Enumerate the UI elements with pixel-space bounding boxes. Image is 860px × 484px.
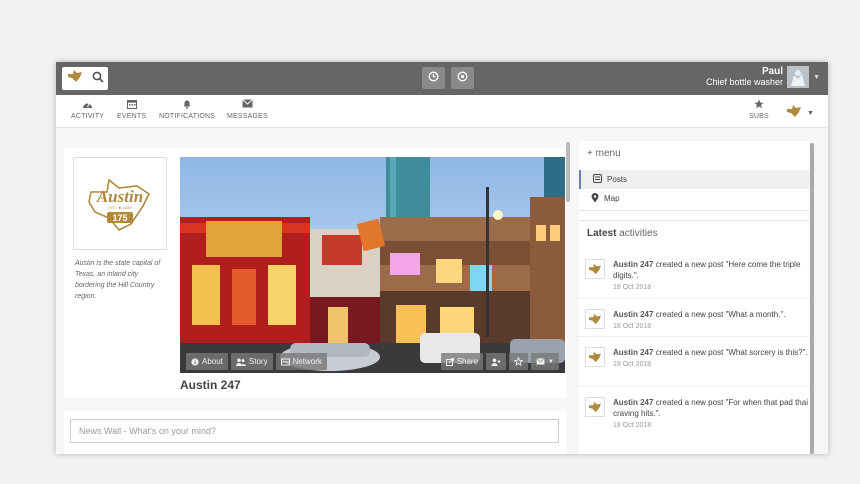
menu-item-map-label: Map: [604, 194, 620, 203]
nav-subs-label: SUBS: [749, 113, 769, 120]
activity-author[interactable]: Austin 247: [613, 348, 653, 357]
user-menu[interactable]: Paul Chief bottle washer ▼: [706, 66, 820, 88]
menu-item-map[interactable]: Map: [579, 189, 809, 208]
activity-author[interactable]: Austin 247: [613, 398, 653, 407]
share-button-label: Share: [456, 357, 479, 366]
site-logo-icon[interactable]: [67, 69, 83, 88]
right-sidebar: + menu Posts Map Latest activities Austi…: [579, 141, 809, 454]
nav-subs[interactable]: SUBS: [749, 99, 769, 120]
story-tab-label: Story: [248, 357, 268, 366]
top-bar: Paul Chief bottle washer ▼: [56, 62, 828, 95]
share-button[interactable]: Share: [440, 353, 484, 370]
sidebar-scrollbar[interactable]: [810, 143, 814, 454]
austin-avatar-icon: [585, 309, 605, 329]
profile-logo[interactable]: Austin EST. ★ 1839 175: [73, 157, 167, 250]
logo-text: Austin: [96, 187, 143, 206]
app-window: Paul Chief bottle washer ▼ ACTIVITY EVEN…: [56, 62, 828, 454]
nav-notifications[interactable]: NOTIFICATIONS: [159, 99, 215, 120]
favorite-button[interactable]: [509, 353, 529, 370]
nav-activity[interactable]: ACTIVITY: [71, 99, 104, 120]
calendar-icon: [117, 99, 146, 113]
latest-activities-heading: Latest activities: [587, 228, 658, 239]
story-tab[interactable]: Story: [230, 353, 273, 370]
activity-text: created a new post "What a month.".: [655, 310, 786, 319]
message-dropdown-button[interactable]: ▼: [531, 353, 559, 370]
page-title: Austin 247: [180, 378, 241, 392]
chevron-down-icon[interactable]: ▼: [813, 74, 820, 81]
info-icon: [191, 357, 199, 366]
activity-date: 18 Oct 2018: [613, 323, 652, 330]
envelope-icon: [227, 99, 268, 113]
add-user-button[interactable]: [486, 353, 507, 370]
star-outline-icon: [514, 357, 524, 366]
activity-date: 18 Oct 2018: [613, 284, 652, 291]
about-tab[interactable]: About: [186, 353, 228, 370]
austin-badge-icon: [786, 104, 802, 123]
bell-icon: [159, 99, 215, 113]
cover-photo: About Story Network Share ▼: [180, 157, 565, 373]
nav-activity-label: ACTIVITY: [71, 113, 105, 120]
menu-heading[interactable]: + menu: [587, 148, 621, 159]
user-role: Chief bottle washer: [706, 77, 784, 87]
nav-notifications-label: NOTIFICATIONS: [159, 113, 216, 120]
austin-avatar-icon: [585, 397, 605, 417]
user-name: Paul: [761, 66, 784, 77]
austin-avatar-icon: [585, 347, 605, 367]
users-icon: [235, 358, 246, 366]
main-content: Austin EST. ★ 1839 175 Austin is the sta…: [56, 129, 828, 454]
activity-date: 18 Oct 2018: [613, 361, 652, 368]
activity-author[interactable]: Austin 247: [613, 260, 653, 269]
chevron-down-icon: ▼: [548, 358, 554, 365]
network-icon: [280, 358, 290, 366]
logo-number: 175: [112, 213, 127, 223]
nav-events-label: EVENTS: [117, 113, 147, 120]
menu-item-posts-label: Posts: [607, 175, 628, 184]
activity-item[interactable]: Austin 247 created a new post "What a mo…: [579, 309, 809, 332]
menu-item-posts[interactable]: Posts: [579, 170, 809, 189]
add-user-icon: [491, 358, 501, 366]
nav-bar: ACTIVITY EVENTS NOTIFICATIONS MESSAGES S…: [56, 95, 828, 128]
logo-search-box[interactable]: [62, 67, 108, 90]
envelope-icon: [536, 358, 545, 365]
posts-icon: [593, 174, 602, 185]
activity-date: 18 Oct 2018: [613, 422, 652, 429]
plus-icon: +: [587, 148, 593, 159]
profile-description: Austin is the state capital of Texas, an…: [75, 260, 161, 300]
share-icon: [445, 357, 454, 366]
austin-avatar-icon: [585, 259, 605, 279]
dashboard-icon: [71, 99, 104, 113]
profile-card: Austin EST. ★ 1839 175 Austin is the sta…: [64, 148, 566, 398]
target-icon: [457, 69, 468, 87]
nav-events[interactable]: EVENTS: [117, 99, 146, 120]
chevron-down-icon: ▼: [807, 110, 814, 117]
activity-item[interactable]: Austin 247 created a new post "Here come…: [579, 259, 809, 293]
history-button[interactable]: [422, 67, 445, 89]
network-tab[interactable]: Network: [275, 353, 327, 370]
nav-messages[interactable]: MESSAGES: [227, 99, 268, 120]
search-icon[interactable]: [92, 70, 104, 88]
activity-item[interactable]: Austin 247 created a new post "For when …: [579, 397, 809, 431]
target-button[interactable]: [451, 67, 474, 89]
star-icon: [749, 99, 769, 113]
about-tab-label: About: [202, 357, 223, 366]
main-scrollbar[interactable]: [566, 142, 570, 202]
network-tab-label: Network: [292, 357, 322, 366]
page-switcher[interactable]: ▼: [786, 104, 814, 123]
nav-messages-label: MESSAGES: [227, 113, 268, 120]
activity-item[interactable]: Austin 247 created a new post "What sorc…: [579, 347, 809, 370]
activity-author[interactable]: Austin 247: [613, 310, 653, 319]
news-wall-input[interactable]: News Wall - What's on your mind?: [70, 419, 559, 443]
clock-icon: [428, 69, 439, 87]
map-pin-icon: [591, 192, 599, 205]
logo-small-text: EST. ★ 1839: [108, 205, 132, 210]
menu-heading-label: menu: [595, 148, 621, 159]
activity-text: created a new post "What sorcery is this…: [655, 348, 808, 357]
user-avatar[interactable]: [787, 66, 810, 88]
